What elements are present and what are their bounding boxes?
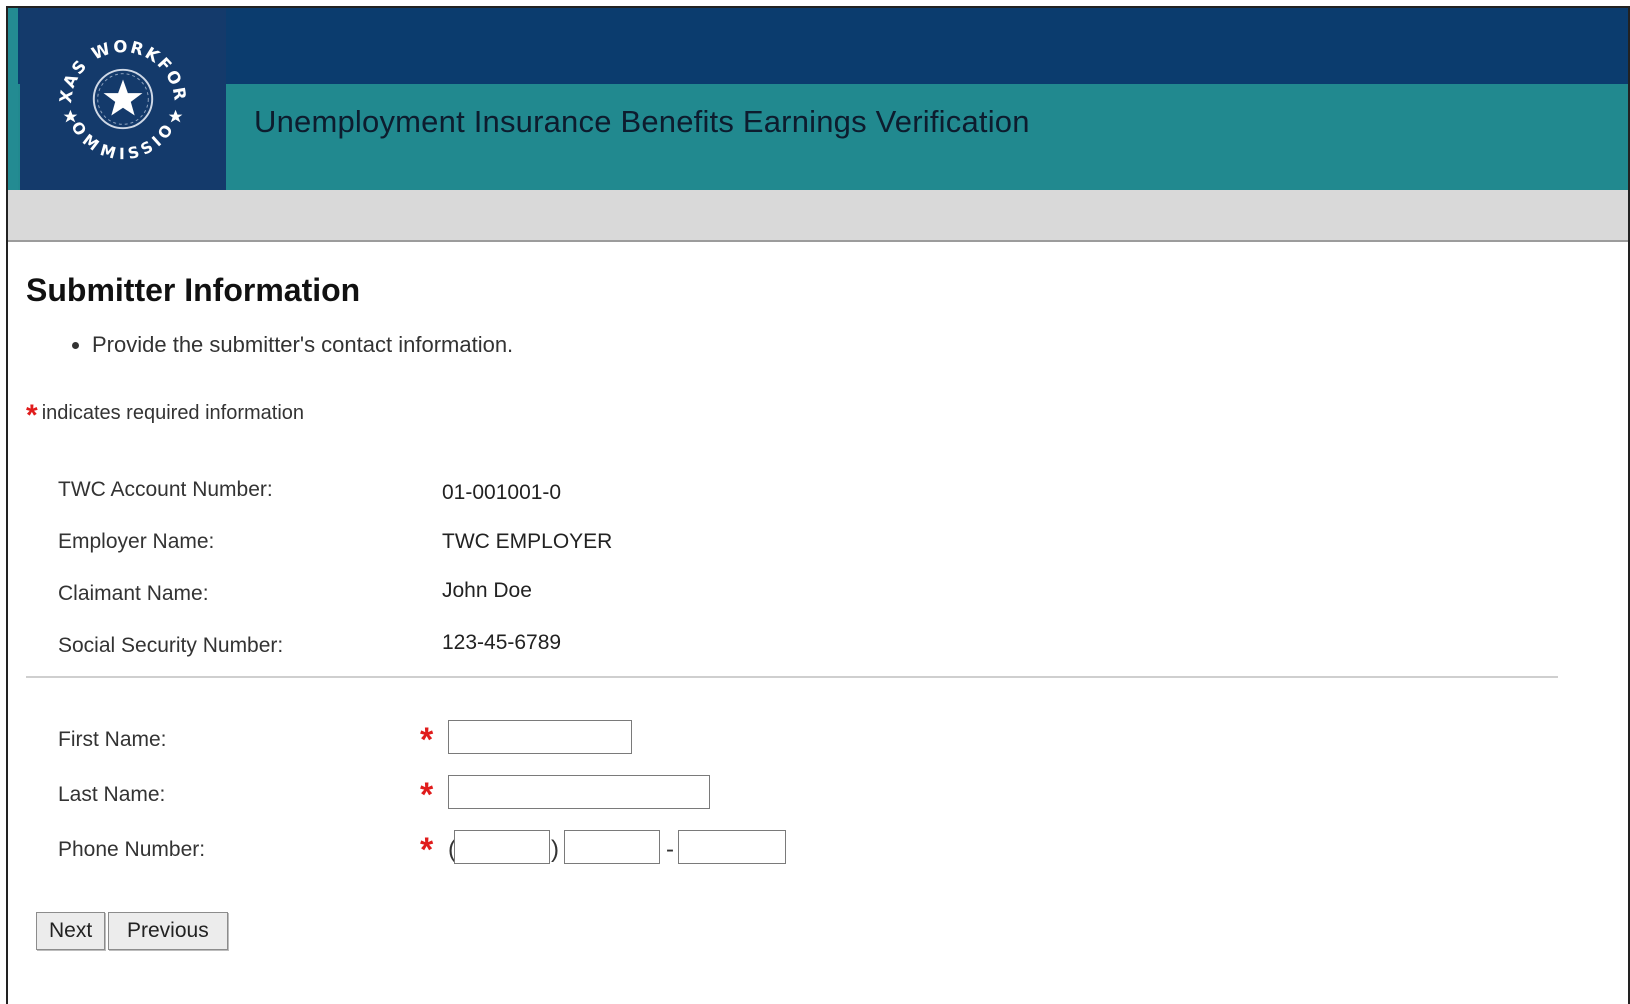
employer-name-value: TWC EMPLOYER bbox=[442, 530, 613, 553]
instructions-list: Provide the submitter's contact informat… bbox=[70, 330, 513, 360]
section-divider bbox=[26, 676, 1558, 678]
header-top-band bbox=[8, 8, 1628, 84]
header-edge bbox=[8, 8, 18, 190]
app-title: Unemployment Insurance Benefits Earnings… bbox=[254, 104, 1030, 139]
phone-close-paren: ) bbox=[551, 836, 559, 863]
account-number-value: 01-001001-0 bbox=[442, 481, 562, 504]
first-name-field[interactable] bbox=[448, 720, 632, 754]
required-star-icon: * bbox=[420, 721, 434, 759]
site-header: TEXAS WORKFORCE COMMISSION Unemployment … bbox=[8, 8, 1628, 190]
last-name-label: Last Name: bbox=[58, 783, 166, 806]
form-buttons: Next Previous bbox=[8, 912, 1628, 952]
info-row-account: TWC Account Number: 01-001001-0 bbox=[8, 478, 1628, 518]
previous-button[interactable]: Previous bbox=[108, 912, 228, 950]
account-number-label: TWC Account Number: bbox=[58, 478, 273, 501]
form-row-last-name: Last Name: * bbox=[8, 775, 1628, 815]
phone-dash: - bbox=[666, 836, 674, 863]
ssn-label: Social Security Number: bbox=[58, 634, 284, 657]
required-star-icon: * bbox=[26, 399, 38, 432]
info-row-ssn: Social Security Number: 123-45-6789 bbox=[8, 631, 1628, 674]
required-note: * indicates required information bbox=[26, 401, 305, 431]
next-button[interactable]: Next bbox=[36, 912, 106, 950]
phone-prefix-field[interactable] bbox=[564, 830, 660, 864]
ssn-value: 123-45-6789 bbox=[442, 631, 562, 654]
info-row-claimant: Claimant Name: John Doe bbox=[8, 579, 1628, 622]
instruction-item: Provide the submitter's contact informat… bbox=[92, 330, 513, 360]
twc-logo[interactable]: TEXAS WORKFORCE COMMISSION bbox=[20, 8, 226, 190]
page-title: Submitter Information bbox=[26, 272, 361, 308]
claimant-name-label: Claimant Name: bbox=[58, 582, 209, 605]
claimant-name-value: John Doe bbox=[442, 579, 532, 602]
phone-line-number-field[interactable] bbox=[678, 830, 786, 864]
employer-name-label: Employer Name: bbox=[58, 530, 215, 553]
last-name-field[interactable] bbox=[448, 775, 710, 809]
required-note-text: indicates required information bbox=[41, 402, 305, 424]
required-star-icon: * bbox=[420, 831, 434, 869]
form-row-phone: Phone Number: * ( ) - bbox=[8, 830, 1628, 870]
info-row-employer: Employer Name: TWC EMPLOYER bbox=[8, 530, 1628, 570]
navigation-bar bbox=[8, 190, 1628, 242]
form-row-first-name: First Name: * bbox=[8, 720, 1628, 760]
phone-number-label: Phone Number: bbox=[58, 838, 206, 861]
required-star-icon: * bbox=[420, 776, 434, 814]
first-name-label: First Name: bbox=[58, 728, 167, 751]
twc-seal-icon: TEXAS WORKFORCE COMMISSION bbox=[50, 26, 188, 163]
page-frame: TEXAS WORKFORCE COMMISSION Unemployment … bbox=[6, 6, 1630, 1004]
phone-area-code-field[interactable] bbox=[454, 830, 550, 864]
